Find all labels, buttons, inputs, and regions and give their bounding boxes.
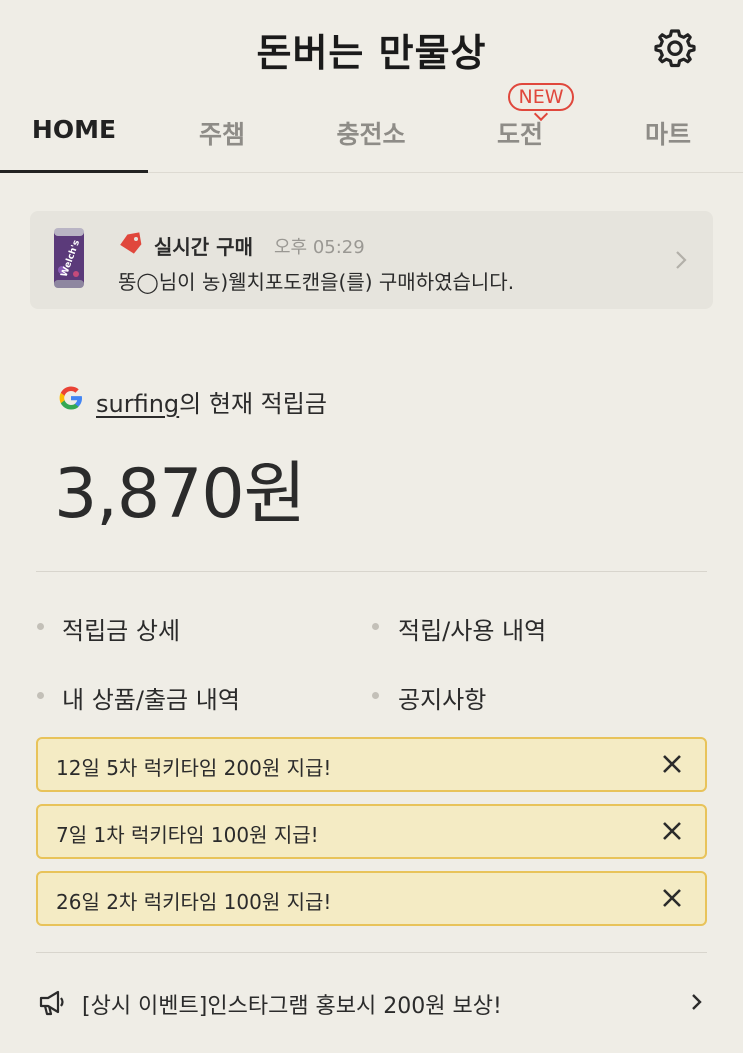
- notice-text: 7일 1차 럭키타임 100원 지급!: [56, 823, 319, 847]
- menu-announcements[interactable]: 공지사항: [398, 680, 486, 715]
- menu-history[interactable]: 적립/사용 내역: [398, 611, 546, 646]
- live-purchase-message: 똥◯님이 농)웰치포도캔을(를) 구매하였습니다.: [118, 270, 515, 294]
- balance-label-suffix: 의 현재 적립금: [179, 390, 327, 418]
- close-icon[interactable]: [660, 819, 684, 843]
- close-icon[interactable]: [660, 752, 684, 776]
- bullet-dot: [37, 692, 44, 699]
- notice-banner: 12일 5차 럭키타임 200원 지급!: [36, 737, 707, 792]
- tab-label: 충전소: [336, 120, 406, 149]
- bullet-dot: [372, 692, 379, 699]
- notice-text: 26일 2차 럭키타임 100원 지급!: [56, 890, 332, 914]
- bullet-dot: [37, 623, 44, 630]
- megaphone-icon: [39, 990, 64, 1016]
- notice-text: 12일 5차 럭키타임 200원 지급!: [56, 756, 332, 780]
- bullet-dot: [372, 623, 379, 630]
- balance-amount: 3,870원: [54, 455, 306, 534]
- divider: [36, 571, 707, 572]
- tab-charging[interactable]: 충전소: [297, 95, 445, 173]
- menu-products-withdrawal[interactable]: 내 상품/출금 내역: [62, 680, 240, 715]
- balance-label: surfing의 현재 적립금: [96, 384, 327, 419]
- chevron-right-icon: [676, 251, 687, 269]
- gear-icon: [654, 29, 696, 68]
- live-purchase-time: 오후 05:29: [274, 237, 365, 258]
- tab-label: 주챔: [198, 120, 245, 149]
- live-purchase-card[interactable]: Welch's 실시간 구매 오후 05:29 똥◯님이 농)웰치포도캔을(를)…: [30, 211, 713, 309]
- tab-label: HOME: [31, 115, 117, 144]
- live-purchase-title: 실시간 구매: [154, 235, 253, 259]
- divider: [36, 952, 707, 953]
- tab-home[interactable]: HOME: [0, 95, 148, 173]
- notice-banner: 7일 1차 럭키타임 100원 지급!: [36, 804, 707, 859]
- app-title: 돈버는 만물상: [256, 31, 487, 75]
- event-text: [상시 이벤트]인스타그램 홍보시 200원 보상!: [82, 994, 502, 1019]
- google-icon: [59, 386, 82, 410]
- app-screen: 돈버는 만물상 HOME 주챔 충전소 도전 마트 NEW Welch's 실시…: [0, 0, 743, 1053]
- event-link[interactable]: [상시 이벤트]인스타그램 홍보시 200원 보상!: [36, 972, 707, 1032]
- header: 돈버는 만물상: [0, 0, 743, 90]
- tab-juchaem[interactable]: 주챔: [148, 95, 296, 173]
- tag-icon: [120, 232, 142, 254]
- notice-banner: 26일 2차 럭키타임 100원 지급!: [36, 871, 707, 926]
- tab-mart[interactable]: 마트: [594, 95, 742, 173]
- chevron-right-icon: [692, 994, 702, 1010]
- new-badge: NEW: [508, 83, 574, 111]
- settings-button[interactable]: [654, 26, 696, 68]
- tab-label: 마트: [644, 120, 691, 149]
- menu-point-detail[interactable]: 적립금 상세: [62, 611, 180, 646]
- close-icon[interactable]: [660, 886, 684, 910]
- username-link[interactable]: surfing: [96, 390, 179, 418]
- tab-bar: HOME 주챔 충전소 도전 마트 NEW: [0, 83, 743, 173]
- product-thumbnail: Welch's: [54, 228, 84, 288]
